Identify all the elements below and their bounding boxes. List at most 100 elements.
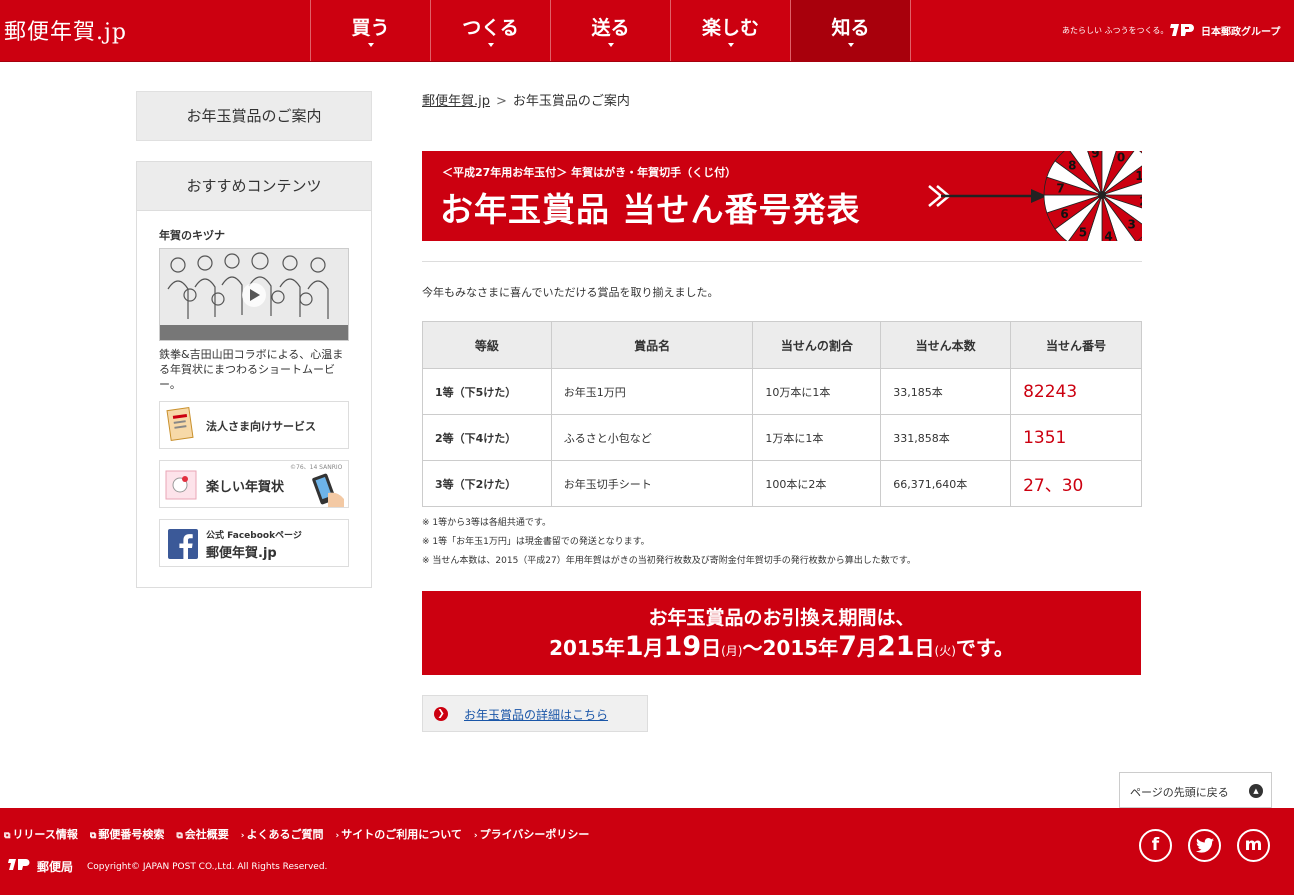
header-grade: 等級 [422,321,552,369]
nav-know[interactable]: 知る [791,0,911,61]
facebook-banner-title: 郵便年賀.jp [206,546,277,561]
wheel-number: 3 [1128,218,1136,232]
end-year: 2015年 [762,636,839,660]
breadcrumb-home[interactable]: 郵便年賀.jp [422,94,490,109]
table-header-row: 等級 賞品名 当せんの割合 当せん本数 当せん番号 [422,321,1142,369]
facebook-banner-small: 公式 Facebookページ [206,531,302,541]
period-tilde: ～ [742,636,763,660]
group-name: 日本郵政グループ [1201,27,1281,38]
count-cell: 33,185本 [880,368,1012,415]
chevron-right-icon: › [473,831,478,841]
divider [422,261,1142,262]
table-row: 1等（下5けた） お年玉1万円 10万本に1本 33,185本 82243 [422,368,1142,415]
nav-enjoy-label: 楽しむ [701,17,759,39]
wheel-number: 2 [1139,195,1142,209]
prize-detail-button[interactable]: ❯ お年玉賞品の詳細はこちら [422,695,648,732]
tagline: あたらしい ふつうをつくる。 [1062,26,1169,35]
recommend-heading: おすすめコンテンツ [137,162,371,211]
table-row: 3等（下2けた） お年玉切手シート 100本に2本 66,371,640本 27… [422,460,1142,507]
prize-cell: ふるさと小包など [550,414,754,461]
wheel-number: 9 [1091,151,1099,161]
wheel-number: 6 [1060,207,1068,221]
kizuna-title[interactable]: 年賀のキヅナ [159,227,225,243]
footer-links: ⧉ リリース情報 ⧉ 郵便番号検索 ⧉ 会社概要 › よくあるご質問 › サイトのご利用に… [4,826,601,842]
prize-cell: お年玉切手シート [550,460,754,507]
wheel-number: 4 [1104,229,1112,241]
ratio-cell: 10万本に1本 [752,368,882,415]
nav-enjoy[interactable]: 楽しむ [671,0,791,61]
note-item: ※ 当せん本数は、2015（平成27）年用年賀はがきの当初発行枚数及び寄附金付年… [422,556,916,566]
nav-buy-label: 買う [351,17,390,39]
document-icon [166,407,194,441]
header-number: 当せん番号 [1010,321,1142,369]
footer-link-label: リリース情報 [12,828,78,841]
footer-link-terms[interactable]: › サイトのご利用について [335,826,461,842]
ratio-cell: 100本に2本 [752,460,882,507]
footer-link-postcode[interactable]: ⧉ 郵便番号検索 [90,826,164,842]
jp-group-logo-icon[interactable] [1168,22,1196,38]
kizuna-movie-thumbnail[interactable] [159,248,349,341]
twitter-icon[interactable] [1188,829,1221,862]
footer-link-company[interactable]: ⧉ 会社概要 [176,826,228,842]
start-day: 19 [663,631,702,662]
facebook-page-banner[interactable]: 公式 Facebookページ 郵便年賀.jp [159,519,349,567]
external-link-icon: ⧉ [89,831,97,841]
sanrio-credit: ©76、14 SANRIO [290,464,343,471]
chevron-right-icon: › [240,831,245,841]
arrow-up-icon: ▲ [1249,784,1263,798]
start-month: 1 [624,631,644,662]
breadcrumb: 郵便年賀.jp > お年玉賞品のご案内 [422,90,630,109]
mixi-icon[interactable]: m [1237,829,1270,862]
sidebar-guide-link[interactable]: お年玉賞品のご案内 [136,91,372,141]
fun-nengajo-banner[interactable]: 楽しい年賀状 ©76、14 SANRIO [159,460,349,508]
smartphone-icon [312,473,344,507]
prize-detail-link[interactable]: お年玉賞品の詳細はこちら [464,706,608,723]
winning-number-cell: 27、30 [1010,460,1142,507]
end-day-unit: 日 [914,636,935,660]
page-top-button[interactable]: ページの先頭に戻る ▲ [1119,772,1272,808]
chevron-down-icon [487,43,494,47]
illustration-people-icon [160,249,348,340]
twitter-bird-glyph [1195,838,1214,853]
global-nav: 買う つくる 送る 楽しむ 知る [310,0,911,61]
wheel-number: 5 [1079,225,1087,239]
nav-buy[interactable]: 買う [311,0,431,61]
period-suffix: です。 [955,636,1014,660]
hero-title: お年玉賞品 当せん番号発表 [440,190,861,229]
wheel-number: 8 [1068,158,1076,172]
external-link-icon: ⧉ [176,831,183,841]
footer-link-faq[interactable]: › よくあるご質問 [241,826,324,842]
nav-make[interactable]: つくる [431,0,551,61]
footer-link-privacy[interactable]: › プライバシーポリシー [474,826,590,842]
start-year: 2015年 [549,636,625,660]
chevron-right-icon: ❯ [434,707,448,721]
nav-make-label: つくる [462,17,519,39]
start-month-unit: 月 [643,636,664,660]
header-prize: 賞品名 [550,321,754,369]
footer-link-release[interactable]: ⧉ リリース情報 [4,826,78,842]
corporate-service-banner[interactable]: 法人さま向けサービス [159,401,349,449]
recommend-panel: おすすめコンテンツ 年賀のキヅナ 鉄拳&吉田山田コラボによる、心温まる年賀状にま… [136,161,372,588]
jp-post-logo-icon[interactable] [6,858,32,872]
period-line2: 2015年1月19日(月)～2015年7月21日(火)です。 [422,631,1141,662]
chevron-down-icon [607,43,614,47]
breadcrumb-separator: > [496,94,507,109]
nav-send[interactable]: 送る [551,0,671,61]
winning-number-cell: 1351 [1010,414,1142,461]
end-month: 7 [838,631,857,662]
kizuna-description: 鉄拳&吉田山田コラボによる、心温まる年賀状にまつわるショートムービー。 [159,348,344,391]
count-cell: 66,371,640本 [880,460,1012,507]
site-logo[interactable]: 郵便年賀.jp [4,14,127,46]
facebook-icon[interactable]: f [1139,829,1172,862]
winning-number-cell: 82243 [1010,368,1142,415]
grade-cell: 3等（下2けた） [422,460,552,507]
page-top-label: ページの先頭に戻る [1130,786,1229,799]
character-card-icon [165,470,197,500]
wheel-number: 0 [1117,151,1125,165]
lottery-wheel-icon: 01 23 4 56 78 9 [1043,151,1142,241]
exchange-period-banner: お年玉賞品のお引換え期間は、 2015年1月19日(月)～2015年7月21日(… [422,591,1141,675]
global-header: 郵便年賀.jp 買う つくる 送る 楽しむ 知る あたらしい ふつうをつくる。 … [0,0,1294,62]
count-cell: 331,858本 [880,414,1012,461]
chevron-down-icon [367,43,374,47]
nav-know-label: 知る [831,17,870,39]
